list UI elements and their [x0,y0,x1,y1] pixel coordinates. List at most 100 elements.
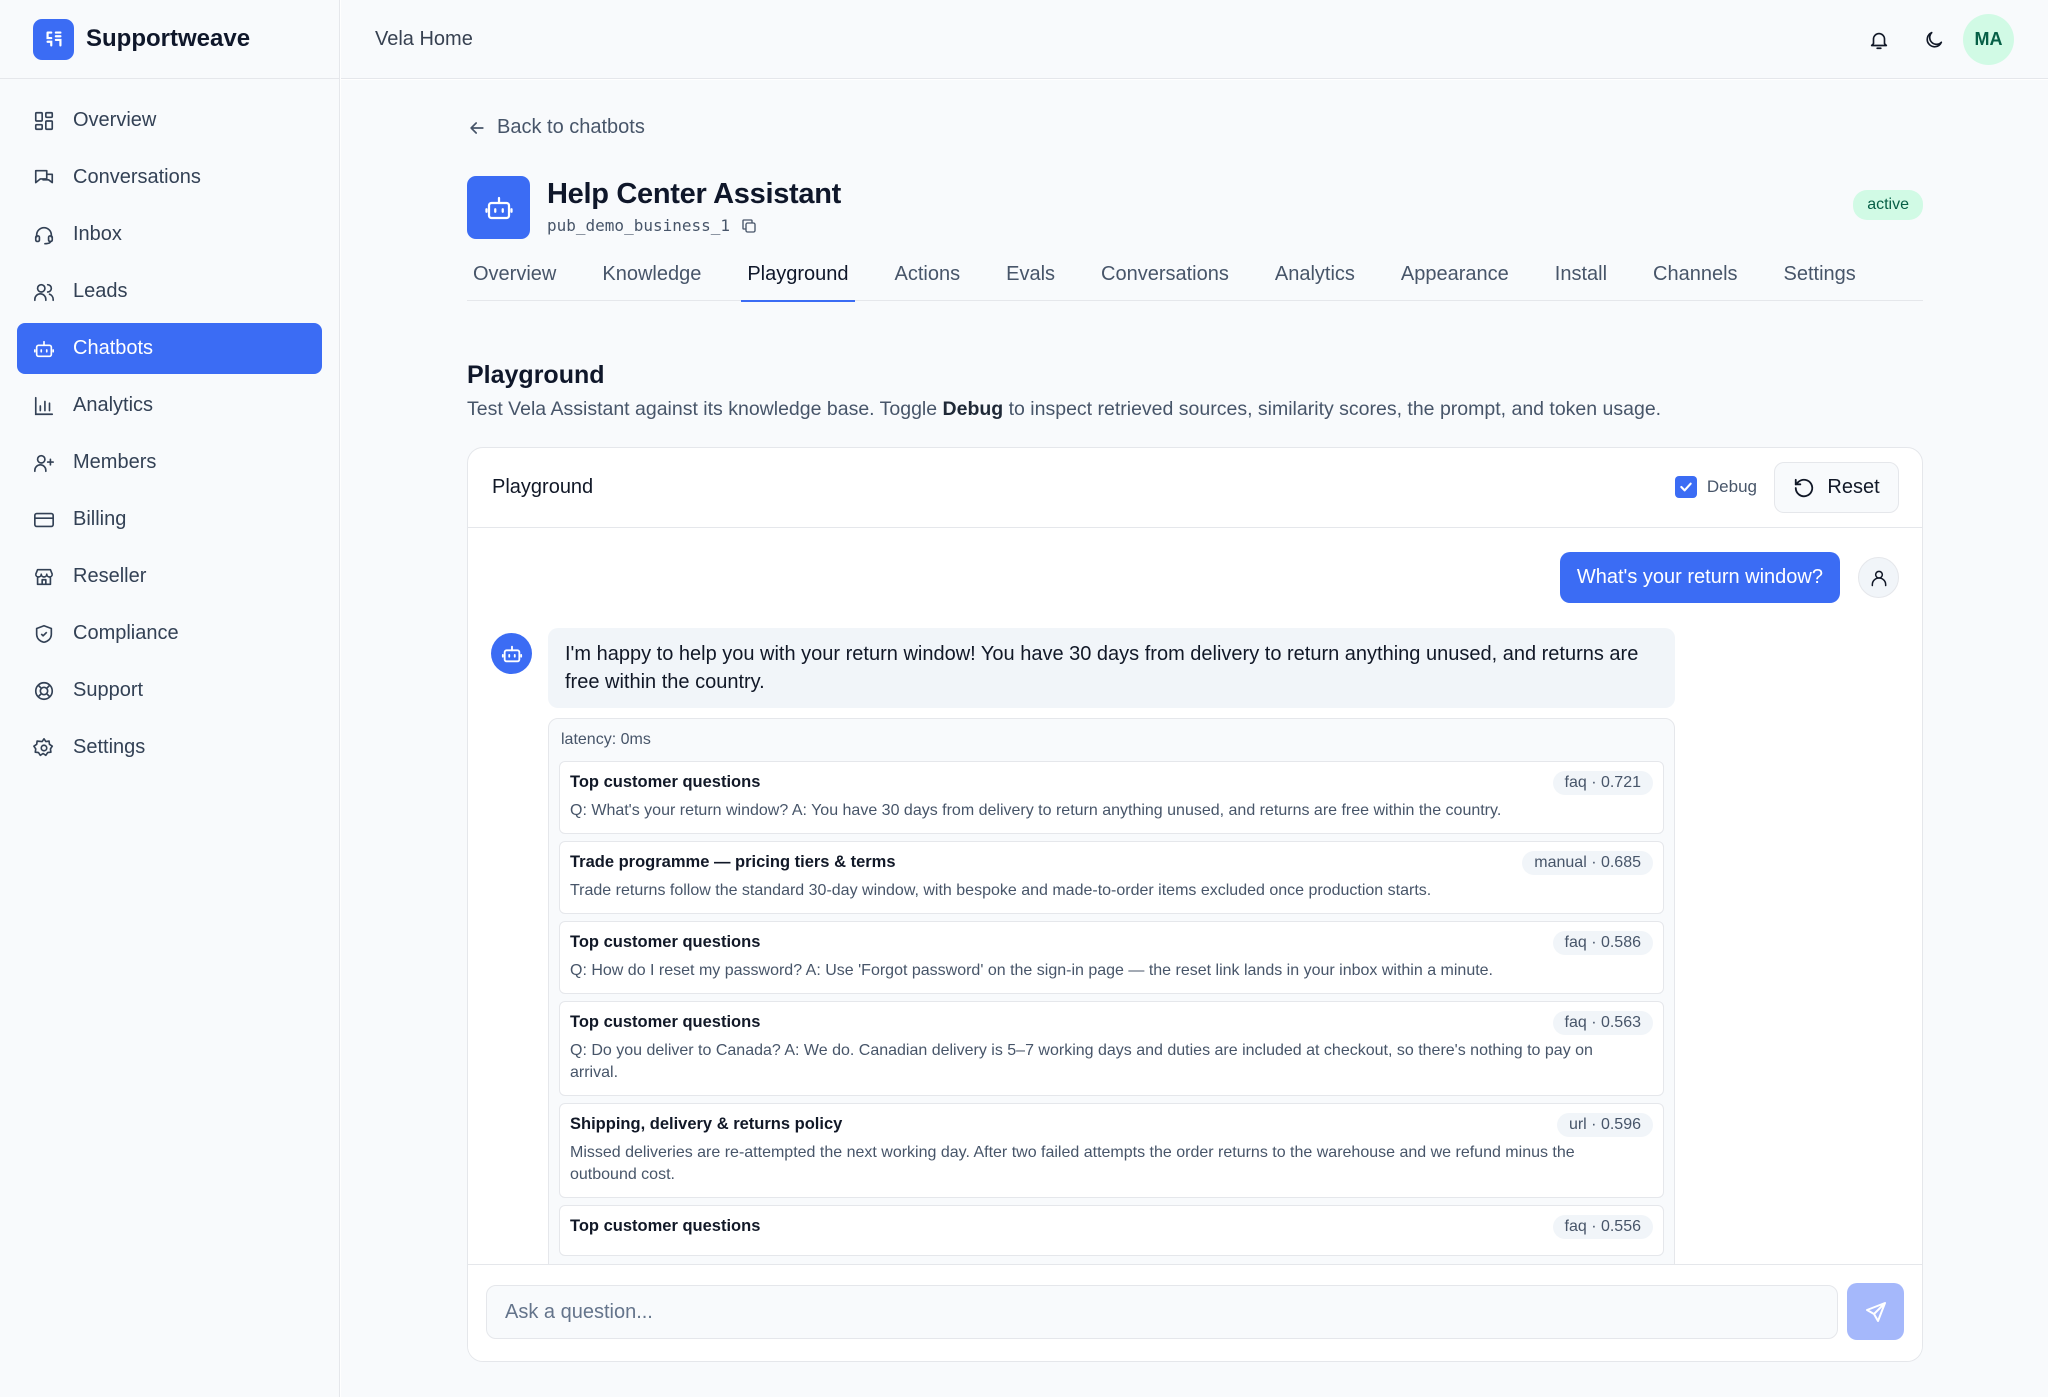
user-plus-icon [34,454,54,472]
tab-playground[interactable]: Playground [741,258,855,302]
back-to-chatbots-link[interactable]: Back to chatbots [467,116,645,139]
shield-icon [35,624,53,643]
source-card: Top customer questions faq · 0.586 Q: Ho… [559,921,1664,994]
bot-message: I'm happy to help you with your return w… [548,628,1675,708]
bot-header: Help Center Assistant pub_demo_business_… [467,176,1923,240]
notifications-button[interactable] [1853,14,1904,65]
sidebar-item-compliance[interactable]: Compliance [17,608,322,659]
source-title: Top customer questions [570,773,761,791]
debug-toggle[interactable]: Debug [1674,476,1757,498]
desc-text-1: Test Vela Assistant against its knowledg… [467,398,943,420]
sidebar-item-support[interactable]: Support [17,665,322,716]
tab-analytics[interactable]: Analytics [1269,258,1361,301]
sidebar-item-label: Leads [73,280,128,302]
layout-grid-icon [34,111,54,130]
sidebar-item-label: Settings [73,736,146,758]
sidebar-item-leads[interactable]: Leads [17,266,322,317]
tab-overview[interactable]: Overview [467,258,562,301]
sidebar-item-label: Members [73,451,157,473]
sidebar-item-analytics[interactable]: Analytics [17,380,322,431]
source-card: Top customer questions faq · 0.556 [559,1205,1664,1256]
sidebar-nav: Overview Conversations Inbox Leads Chatb… [0,79,339,795]
desc-text-2: to inspect retrieved sources, similarity… [1003,398,1662,420]
ask-question-input[interactable] [486,1285,1838,1339]
source-card: Top customer questions faq · 0.721 Q: Wh… [559,761,1664,834]
debug-checkbox[interactable] [1674,476,1697,498]
send-button[interactable] [1847,1283,1904,1340]
sidebar-item-chatbots[interactable]: Chatbots [17,323,322,374]
messages-icon [34,169,54,183]
reset-label: Reset [1827,476,1880,498]
tab-settings[interactable]: Settings [1778,258,1862,301]
bot-icon [34,340,54,357]
tab-channels[interactable]: Channels [1647,258,1744,301]
sidebar-item-overview[interactable]: Overview [17,95,322,146]
brand[interactable]: Supportweave [0,0,339,79]
back-link-label: Back to chatbots [497,116,645,138]
source-score-badge: faq · 0.586 [1552,931,1653,955]
arrow-left-icon [470,121,484,134]
rotate-ccw-icon [1795,478,1814,497]
sidebar-item-label: Reseller [73,565,147,587]
composer [468,1264,1922,1361]
headset-icon [34,226,54,245]
sidebar-item-conversations[interactable]: Conversations [17,152,322,203]
main-area: Back to chatbots Help Center Assistant p… [341,80,2048,1397]
source-text: Q: How do I reset my password? A: Use 'F… [570,962,1493,979]
brand-logo-icon [33,18,74,60]
debug-panel: latency: 0ms Top customer questions faq … [548,718,1675,1266]
sidebar-item-label: Chatbots [73,337,154,359]
sidebar-item-label: Compliance [73,622,179,644]
source-title: Top customer questions [570,933,761,951]
sidebar-item-settings[interactable]: Settings [17,722,322,773]
source-score-badge: manual · 0.685 [1522,851,1653,875]
credit-card-icon [34,512,54,527]
playground-card-header: Playground Debug Reset [468,448,1922,528]
desc-bold-debug: Debug [942,398,1004,420]
user-avatar[interactable]: MA [1963,14,2014,65]
user-message-row: What's your return window? [1559,552,1899,603]
sidebar-item-inbox[interactable]: Inbox [17,209,322,260]
reset-button[interactable]: Reset [1774,462,1899,513]
send-icon [1865,1301,1886,1322]
chat-transcript[interactable]: What's your return window? I'm happy to … [468,529,1922,1266]
sidebar: Supportweave Overview Conversations Inbo… [0,0,340,1397]
tab-actions[interactable]: Actions [889,258,967,301]
theme-toggle-button[interactable] [1908,14,1959,65]
sidebar-item-label: Inbox [73,223,122,245]
tab-install[interactable]: Install [1549,258,1613,301]
sidebar-item-label: Overview [73,109,157,131]
user-icon [1871,570,1886,586]
source-card: Trade programme — pricing tiers & terms … [559,841,1664,914]
section-title: Playground [467,361,605,389]
bot-message-avatar [491,633,532,674]
sidebar-item-label: Billing [73,508,127,530]
source-text: Trade returns follow the standard 30-day… [570,882,1432,899]
check-icon [1680,482,1692,492]
sidebar-item-billing[interactable]: Billing [17,494,322,545]
tab-appearance[interactable]: Appearance [1395,258,1515,301]
debug-label: Debug [1706,477,1757,496]
source-text: Q: What's your return window? A: You hav… [570,802,1502,819]
bot-id-text: pub_demo_business_1 [547,216,731,235]
bell-icon [1870,32,1887,49]
moon-icon [1925,31,1942,48]
life-buoy-icon [34,681,54,700]
tab-evals[interactable]: Evals [1000,258,1061,301]
sidebar-item-label: Analytics [73,394,154,416]
section-description: Test Vela Assistant against its knowledg… [467,398,1661,421]
tab-conversations[interactable]: Conversations [1095,258,1235,301]
sidebar-item-reseller[interactable]: Reseller [17,551,322,602]
source-title: Shipping, delivery & returns policy [570,1115,843,1133]
source-title: Top customer questions [570,1217,761,1235]
user-message: What's your return window? [1559,552,1840,603]
user-message-avatar [1858,557,1899,598]
tab-knowledge[interactable]: Knowledge [596,258,707,301]
source-text: Missed deliveries are re-attempted the n… [570,1144,1575,1183]
sidebar-item-members[interactable]: Members [17,437,322,488]
playground-card: Playground Debug Reset What's your retur… [467,447,1923,1362]
topbar-actions: MA [1849,14,2014,65]
copy-icon[interactable] [740,217,758,235]
sidebar-item-label: Conversations [73,166,201,188]
bar-chart-icon [34,396,54,415]
